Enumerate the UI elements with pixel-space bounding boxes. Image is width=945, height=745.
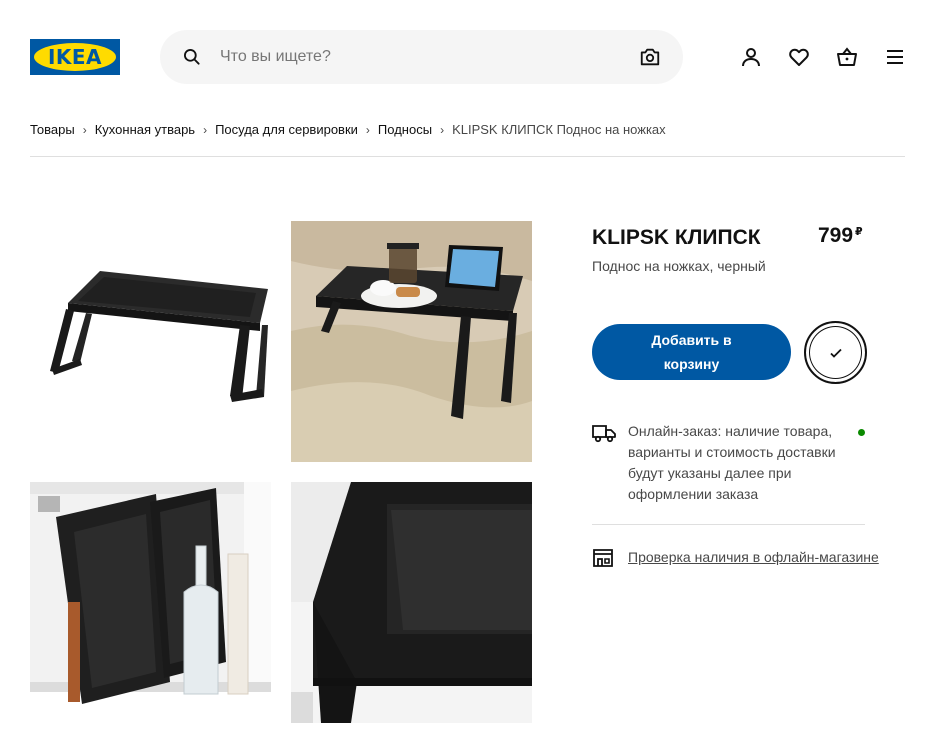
search-bar[interactable]: Что вы ищете? <box>160 30 683 84</box>
store-availability[interactable]: Проверка наличия в офлайн-магазине <box>592 546 879 568</box>
divider <box>30 156 905 157</box>
truck-icon <box>592 425 616 443</box>
search-icon[interactable] <box>182 47 202 67</box>
add-to-cart-button[interactable]: Добавить в корзину <box>592 324 791 380</box>
heart-icon[interactable] <box>787 45 811 69</box>
availability-status-dot <box>858 429 865 436</box>
product-name: KLIPSK КЛИПСК <box>592 226 761 249</box>
product-price: 799 ₽ <box>818 224 863 248</box>
camera-icon[interactable] <box>639 46 661 68</box>
breadcrumb-item[interactable]: Кухонная утварь <box>95 122 195 137</box>
delivery-info: Онлайн-заказ: наличие товара, варианты и… <box>592 421 867 505</box>
divider <box>592 524 865 525</box>
chevron-right-icon: › <box>82 122 87 137</box>
price-currency: ₽ <box>855 226 863 238</box>
chevron-right-icon: › <box>203 122 208 137</box>
basket-icon[interactable] <box>835 45 859 69</box>
chevron-right-icon: › <box>440 122 445 137</box>
breadcrumb-item[interactable]: Товары <box>30 122 75 137</box>
store-icon <box>593 549 613 567</box>
logo-text: IKEA <box>47 45 103 69</box>
breadcrumb: Товары › Кухонная утварь › Посуда для се… <box>30 122 666 137</box>
ikea-logo[interactable]: IKEA <box>30 39 120 75</box>
product-image-3[interactable] <box>30 482 271 723</box>
menu-icon[interactable] <box>883 45 907 69</box>
product-description: Поднос на ножках, черный <box>592 258 766 274</box>
search-input[interactable]: Что вы ищете? <box>220 48 639 66</box>
product-image-4[interactable] <box>291 482 532 723</box>
favorite-check-button[interactable] <box>804 321 867 384</box>
checkmark-icon <box>829 348 842 358</box>
breadcrumb-item[interactable]: Подносы <box>378 122 432 137</box>
delivery-text: Онлайн-заказ: наличие товара, варианты и… <box>628 423 836 502</box>
logo-oval: IKEA <box>34 43 116 71</box>
user-icon[interactable] <box>739 45 763 69</box>
chevron-right-icon: › <box>365 122 370 137</box>
product-image-2[interactable] <box>291 221 532 462</box>
price-value: 799 <box>818 224 854 247</box>
store-check-link[interactable]: Проверка наличия в офлайн-магазине <box>628 549 879 565</box>
breadcrumb-current: KLIPSK КЛИПСК Поднос на ножках <box>452 122 666 137</box>
breadcrumb-item[interactable]: Посуда для сервировки <box>215 122 358 137</box>
product-image-1[interactable] <box>30 221 271 462</box>
